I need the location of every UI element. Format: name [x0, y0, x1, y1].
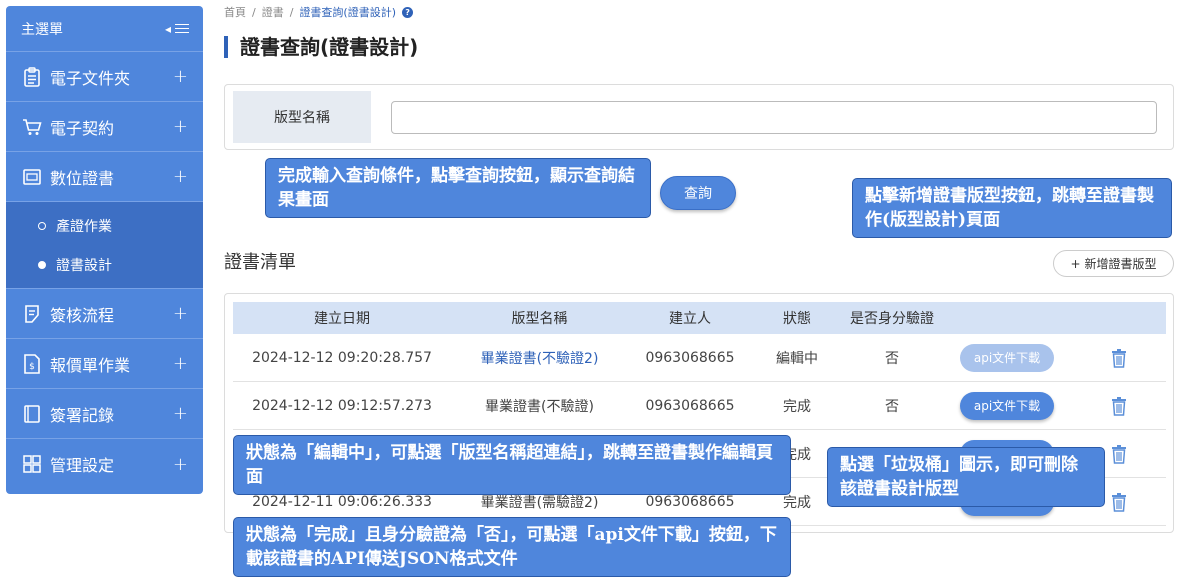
table-row: 2024-12-12 09:12:57.273 畢業證書(不驗證) 096306…: [233, 382, 1166, 430]
callout-delete: 點選「垃圾桶」圖示，即可刪除該證書設計版型: [827, 447, 1105, 507]
cell-delete: [1072, 334, 1166, 381]
column-header-name: 版型名稱: [511, 311, 568, 327]
trash-icon[interactable]: [1111, 348, 1127, 368]
breadcrumb: 首頁 / 證書 / 證書查詢(證書設計) ?: [224, 4, 414, 20]
app-root: 主選單 ◂ 電子文件夾 + 電子契約 + 數位證書 + 產證作業 證書設計 簽核…: [0, 0, 1180, 588]
breadcrumb-home[interactable]: 首頁: [224, 4, 246, 20]
trash-icon[interactable]: [1111, 444, 1127, 464]
sidebar-item-label: 電子文件夾: [50, 68, 131, 88]
plus-icon: +: [172, 66, 188, 87]
sidebar-item-label: 簽署記錄: [50, 405, 115, 425]
query-button[interactable]: 查詢: [660, 176, 736, 210]
table-header: 建立日期 版型名稱 建立人 狀態 是否身分驗證: [233, 302, 1166, 334]
sidebar-item-label: 簽核流程: [50, 305, 115, 325]
sidebar: 主選單 ◂ 電子文件夾 + 電子契約 + 數位證書 + 產證作業 證書設計 簽核…: [6, 6, 203, 494]
callout-api: 狀態為「完成」且身分驗證為「否」，可點選「api文件下載」按鈕，下載該證書的AP…: [233, 517, 791, 577]
cell-verify: 否: [885, 350, 899, 367]
cell-api: api文件下載: [942, 334, 1072, 381]
breadcrumb-current: 證書查詢(證書設計): [299, 6, 397, 19]
api-download-button[interactable]: api文件下載: [960, 391, 1054, 420]
certificate-icon: [22, 167, 42, 187]
plus-icon: +: [172, 403, 188, 424]
sidebar-item-folder[interactable]: 電子文件夾 +: [6, 52, 203, 102]
template-name-label: 版型名稱: [233, 91, 371, 143]
plus-icon: +: [172, 166, 188, 187]
cell-verify: 否: [885, 398, 899, 415]
callout-add: 點擊新增證書版型按鈕，跳轉至證書製作(版型設計)頁面: [852, 178, 1172, 238]
plus-icon: +: [172, 353, 188, 374]
sidebar-item-quotation[interactable]: $ 報價單作業 +: [6, 339, 203, 389]
help-icon[interactable]: ?: [402, 6, 414, 18]
cell-status: 編輯中: [776, 350, 818, 367]
grid-icon: [22, 454, 42, 474]
cell-date: 2024-12-12 09:20:28.757: [252, 349, 432, 366]
sidebar-item-label: 數位證書: [50, 168, 115, 188]
template-name-link[interactable]: 畢業證書(不驗證2): [481, 348, 599, 368]
plus-icon: +: [1070, 256, 1081, 271]
breadcrumb-separator: /: [289, 5, 294, 19]
column-header-verify: 是否身分驗證: [850, 311, 934, 327]
cart-icon: [22, 117, 42, 137]
page-title: 證書查詢(證書設計): [224, 36, 418, 58]
plus-icon: +: [172, 303, 188, 324]
sidebar-item-label: 電子契約: [50, 118, 115, 138]
sidebar-item-label: 報價單作業: [50, 355, 131, 375]
cell-status: 完成: [783, 398, 811, 415]
sidebar-subitem-design[interactable]: 證書設計: [6, 245, 203, 284]
cell-api: api文件下載: [942, 382, 1072, 429]
column-header-status: 狀態: [783, 311, 811, 327]
cell-creator: 0963068665: [645, 349, 735, 366]
book-icon: [22, 404, 42, 424]
hamburger-icon: [175, 23, 189, 34]
callout-query: 完成輸入查詢條件，點擊查詢按鈕，顯示查詢結果畫面: [265, 158, 651, 218]
cell-delete: [1072, 382, 1166, 429]
trash-icon[interactable]: [1111, 492, 1127, 512]
collapse-menu-button[interactable]: ◂: [165, 22, 189, 36]
sidebar-item-sign-record[interactable]: 簽署記錄 +: [6, 389, 203, 439]
sidebar-item-label: 管理設定: [50, 456, 115, 475]
column-header-creator: 建立人: [669, 311, 711, 327]
sidebar-item-settings[interactable]: 管理設定 +: [6, 439, 203, 489]
add-template-button[interactable]: + 新增證書版型: [1053, 250, 1174, 277]
plus-icon: +: [172, 453, 188, 475]
search-panel: 版型名稱: [224, 84, 1174, 150]
sidebar-item-contract[interactable]: 電子契約 +: [6, 102, 203, 152]
svg-text:$: $: [29, 362, 35, 372]
cell-creator: 0963068665: [645, 397, 735, 414]
sidebar-item-certificate[interactable]: 數位證書 +: [6, 152, 203, 202]
list-title: 證書清單: [224, 252, 296, 273]
edit-note-icon: [22, 304, 42, 324]
sidebar-subitem-issue[interactable]: 產證作業: [6, 206, 203, 245]
plus-icon: +: [172, 116, 188, 137]
caret-left-icon: ◂: [164, 21, 171, 36]
sidebar-title: 主選單: [21, 21, 63, 38]
sidebar-item-approval[interactable]: 簽核流程 +: [6, 289, 203, 339]
breadcrumb-separator: /: [252, 5, 256, 19]
column-header-api: [942, 302, 1072, 334]
sidebar-submenu: 產證作業 證書設計: [6, 202, 203, 289]
trash-icon[interactable]: [1111, 396, 1127, 416]
sidebar-subitem-label: 產證作業: [56, 218, 112, 235]
filled-circle-icon: [38, 260, 46, 269]
api-download-button[interactable]: api文件下載: [960, 343, 1054, 372]
cell-name: 畢業證書(不驗證2): [451, 334, 628, 381]
callout-edit: 狀態為「編輯中」，可點選「版型名稱超連結」，跳轉至證書製作編輯頁面: [233, 435, 791, 495]
cell-name: 畢業證書(不驗證): [485, 398, 594, 415]
cell-date: 2024-12-12 09:12:57.273: [252, 397, 432, 414]
template-name-input[interactable]: [391, 101, 1157, 134]
column-header-date: 建立日期: [314, 311, 370, 327]
circle-icon: [38, 221, 46, 230]
sidebar-subitem-label: 證書設計: [56, 257, 112, 274]
sidebar-header: 主選單 ◂: [6, 6, 203, 52]
invoice-icon: $: [22, 353, 42, 374]
table-row: 2024-12-12 09:20:28.757 畢業證書(不驗證2) 09630…: [233, 334, 1166, 382]
add-template-label: 新增證書版型: [1084, 257, 1157, 271]
breadcrumb-level2[interactable]: 證書: [262, 4, 284, 20]
clipboard-icon: [22, 66, 42, 87]
column-header-delete: [1072, 302, 1166, 334]
